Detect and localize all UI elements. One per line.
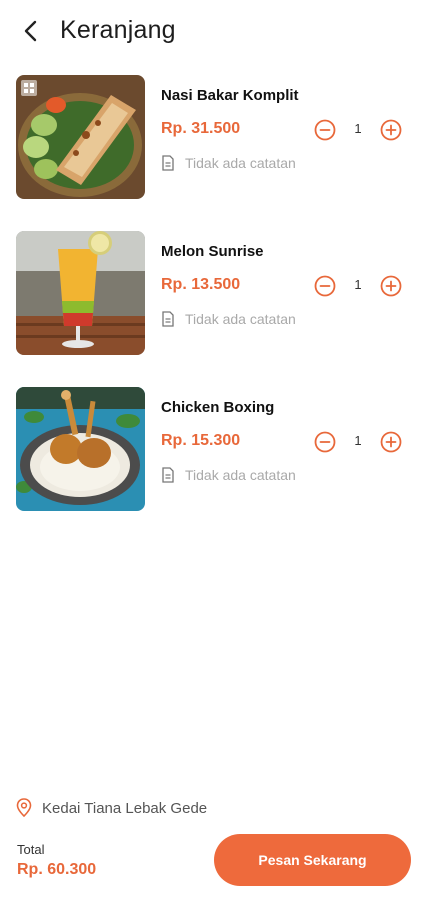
- minus-circle-icon[interactable]: [314, 431, 336, 453]
- note-row[interactable]: Tidak ada catatan: [161, 155, 296, 171]
- total-value: Rp. 60.300: [17, 861, 97, 878]
- note-text: Tidak ada catatan: [185, 155, 296, 171]
- page-title: Keranjang: [60, 16, 176, 44]
- item-price: Rp. 31.500: [161, 120, 241, 137]
- food-image-nasi-bakar[interactable]: [16, 75, 145, 199]
- item-name: Melon Sunrise: [161, 243, 264, 260]
- app-header: Keranjang: [0, 0, 427, 64]
- cart-item: Chicken Boxing Rp. 15.300 1 Tidak ada ca…: [0, 387, 427, 517]
- quantity-value: 1: [354, 433, 362, 448]
- quantity-stepper: 1: [314, 275, 402, 297]
- back-button[interactable]: [14, 14, 48, 48]
- item-price: Rp. 15.300: [161, 432, 241, 449]
- minus-circle-icon[interactable]: [314, 119, 336, 141]
- total-label: Total: [17, 842, 45, 857]
- quantity-value: 1: [354, 121, 362, 136]
- quantity-stepper: 1: [314, 431, 402, 453]
- chevron-left-icon: [24, 20, 37, 42]
- plus-circle-icon[interactable]: [380, 119, 402, 141]
- note-icon: [162, 155, 174, 171]
- note-icon: [162, 311, 174, 327]
- order-now-button[interactable]: Pesan Sekarang: [214, 834, 411, 886]
- plus-circle-icon[interactable]: [380, 431, 402, 453]
- food-image-chicken-boxing[interactable]: [16, 387, 145, 511]
- store-location: Kedai Tiana Lebak Gede: [16, 798, 207, 818]
- cart-item: Nasi Bakar Komplit Rp. 31.500 1 Tidak ad…: [0, 75, 427, 205]
- store-name: Kedai Tiana Lebak Gede: [42, 799, 208, 817]
- item-name: Chicken Boxing: [161, 399, 275, 416]
- cart-item: Melon Sunrise Rp. 13.500 1 Tidak ada cat…: [0, 231, 427, 361]
- item-price: Rp. 13.500: [161, 276, 241, 293]
- note-text: Tidak ada catatan: [185, 311, 296, 327]
- note-row[interactable]: Tidak ada catatan: [161, 311, 296, 327]
- note-text: Tidak ada catatan: [185, 467, 296, 483]
- note-row[interactable]: Tidak ada catatan: [161, 467, 296, 483]
- plus-circle-icon[interactable]: [380, 275, 402, 297]
- quantity-value: 1: [354, 277, 362, 292]
- item-name: Nasi Bakar Komplit: [161, 87, 299, 104]
- food-image-melon-sunrise[interactable]: [16, 231, 145, 355]
- note-icon: [162, 467, 174, 483]
- location-pin-icon: [16, 798, 32, 818]
- quantity-stepper: 1: [314, 119, 402, 141]
- minus-circle-icon[interactable]: [314, 275, 336, 297]
